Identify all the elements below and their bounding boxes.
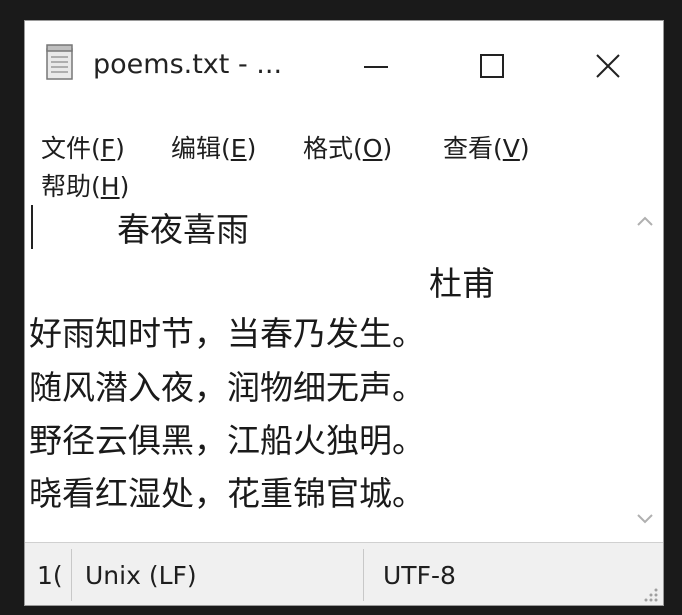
menu-edit-label: 编辑( [171,134,231,163]
status-line-ending: Unix (LF) [85,560,197,590]
text-caret [31,205,33,249]
status-divider [71,549,72,601]
menu-file[interactable]: 文件(F) [37,127,129,167]
menu-file-label: 文件( [41,134,101,163]
status-encoding: UTF-8 [383,560,456,590]
poem-line-2: 随风潜入夜，润物细无声。 [29,368,425,407]
close-button[interactable] [565,35,651,97]
status-divider [363,549,364,601]
menu-edit-accesskey: E [230,134,247,163]
text-editor[interactable]: 春夜喜雨 杜甫 好雨知时节，当春乃发生。 随风潜入夜，润物细无声。 野径云俱黑，… [25,201,627,541]
window-title: poems.txt - ... [93,49,283,80]
menu-edit-tail: ) [246,134,257,163]
poem-title: 春夜喜雨 [117,210,249,249]
menu-file-tail: ) [115,134,125,163]
menu-help-tail: ) [119,172,130,201]
title-bar[interactable]: poems.txt - ... [25,21,663,109]
status-position: 1( [37,560,63,590]
notepad-icon [46,44,73,80]
vertical-scrollbar[interactable] [627,201,663,541]
scroll-down-button[interactable] [635,509,655,529]
menu-format-label: 格式( [303,134,363,163]
resize-grip-icon[interactable] [641,585,659,603]
menu-view-label: 查看( [443,134,503,163]
maximize-icon [480,54,504,78]
notepad-window: poems.txt - ... 文件(F) 编辑(E) 格式(O) 查看(V) … [24,20,664,606]
menu-format-accesskey: O [362,134,383,163]
poem-line-4: 晓看红湿处，花重锦官城。 [29,474,425,513]
chevron-up-icon [637,216,653,226]
maximize-button[interactable] [449,35,535,97]
menu-file-accesskey: F [100,134,116,163]
minimize-button[interactable] [333,35,419,97]
menu-view-tail: ) [519,134,530,163]
menu-bar: 文件(F) 编辑(E) 格式(O) 查看(V) 帮助(H) [25,109,663,201]
menu-help[interactable]: 帮助(H) [37,165,133,205]
chevron-down-icon [637,514,653,524]
poem-author: 杜甫 [429,264,495,303]
menu-view[interactable]: 查看(V) [439,127,534,167]
minimize-icon [364,66,388,68]
poem-line-1: 好雨知时节，当春乃发生。 [29,314,425,353]
menu-help-accesskey: H [100,172,120,201]
menu-edit[interactable]: 编辑(E) [167,127,260,167]
menu-help-label: 帮助( [41,172,101,201]
close-icon [596,54,620,78]
poem-line-3: 野径云俱黑，江船火独明。 [29,421,425,460]
menu-view-accesskey: V [502,134,520,163]
scroll-up-button[interactable] [635,211,655,231]
menu-format[interactable]: 格式(O) [299,127,396,167]
menu-format-tail: ) [382,134,393,163]
status-bar: 1( Unix (LF) UTF-8 [25,542,663,605]
